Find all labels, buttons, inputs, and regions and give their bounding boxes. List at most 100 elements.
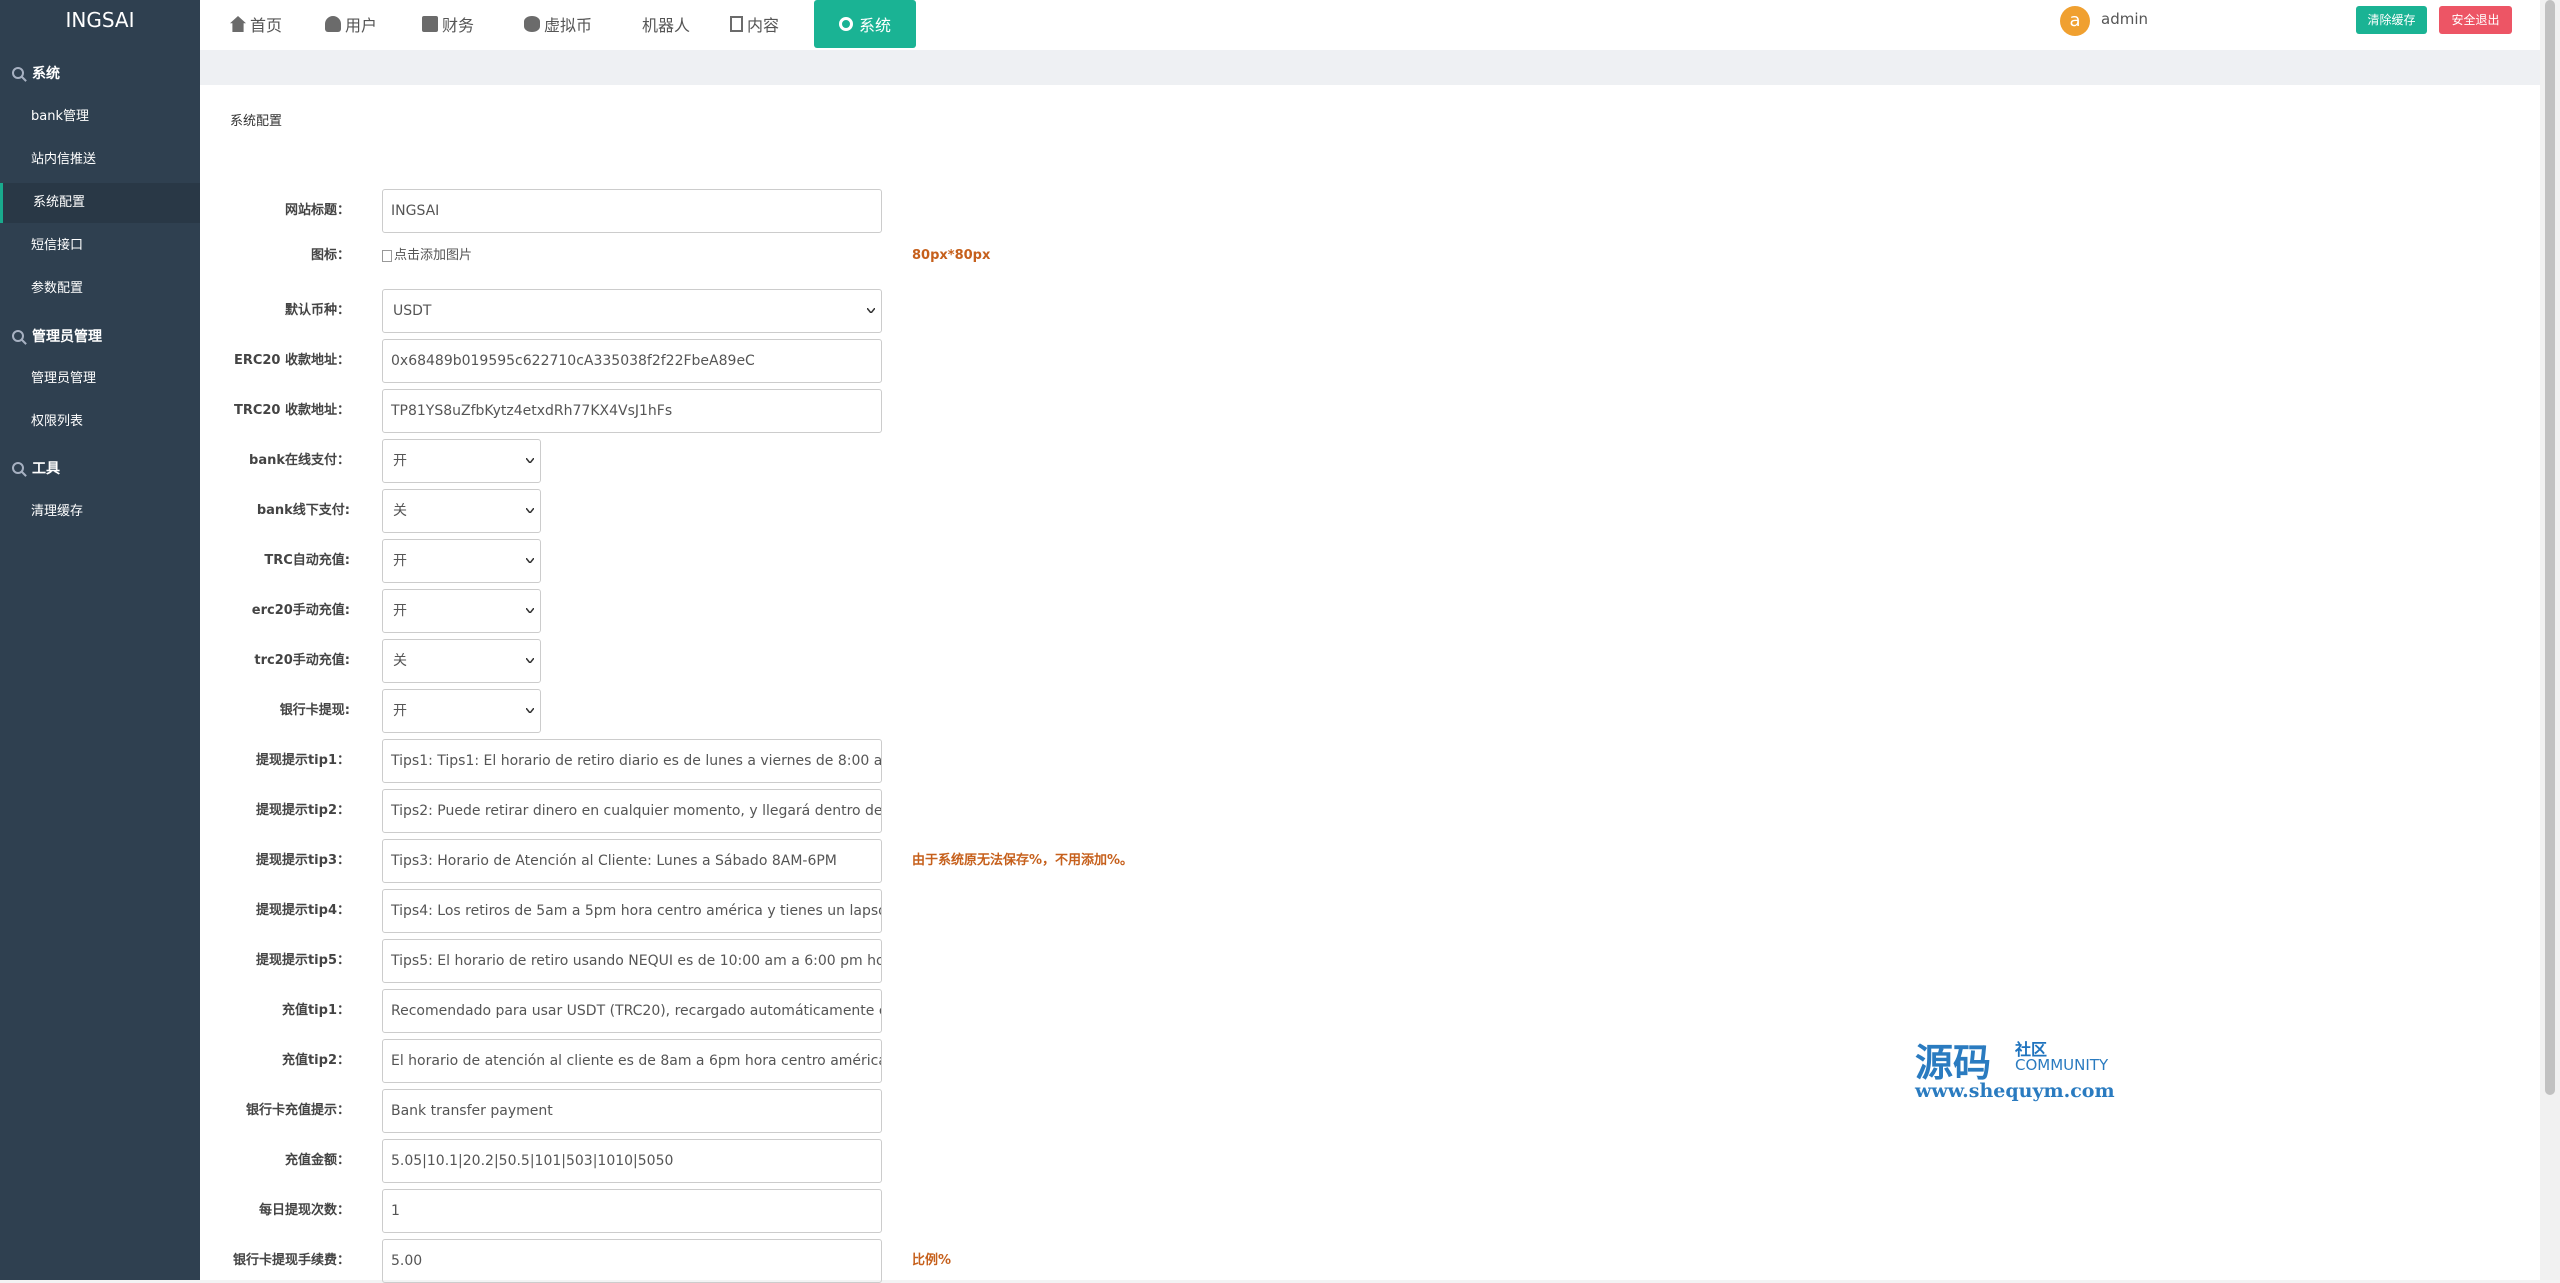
form-row-withdraw-fee: 银行卡提现手续费： 5.00 比例% xyxy=(200,1239,2540,1283)
bank-withdraw-select[interactable]: 开 xyxy=(382,689,541,733)
panel-title: 系统配置 xyxy=(230,114,283,129)
form-row-erc20-manual: erc20手动充值: 开 xyxy=(200,589,2540,633)
withdraw-fee-input[interactable]: 5.00 xyxy=(382,1239,882,1283)
watermark: 源码 社区 COMMUNITY www.shequym.com xyxy=(1915,1032,2115,1102)
recharge-amounts-input[interactable]: 5.05|10.1|20.2|50.5|101|503|1010|5050 xyxy=(382,1139,882,1183)
content-header-band xyxy=(200,50,2540,85)
tip3-input[interactable]: Tips3: Horario de Atención al Cliente: L… xyxy=(382,839,882,883)
trc20-manual-label: trc20手动充值: xyxy=(254,653,350,668)
form-row-trc20-manual: trc20手动充值: 关 xyxy=(200,639,2540,683)
form-row-bank-online: bank在线支付： 开 xyxy=(200,439,2540,483)
config-panel: 系统配置 网站标题： INGSAI 图标： 点击添加图片 80px*80px 默… xyxy=(200,85,2540,1283)
trc20-manual-select[interactable]: 关 xyxy=(382,639,541,683)
search-icon xyxy=(12,330,24,342)
form-row-bank-recharge-tip: 银行卡充值提示： Bank transfer payment xyxy=(200,1089,2540,1133)
form-row-erc20: ERC20 收款地址： 0x68489b019595c622710cA33503… xyxy=(200,339,2540,383)
nav-crypto[interactable]: 虚拟币 xyxy=(524,0,592,48)
form-row-daily-withdraw: 每日提现次数： 1 xyxy=(200,1189,2540,1233)
chevron-down-icon xyxy=(526,658,534,663)
erc20-label: ERC20 收款地址： xyxy=(233,353,350,368)
sidebar-item-params[interactable]: 参数配置 xyxy=(0,269,200,309)
sidebar-item-bank[interactable]: bank管理 xyxy=(0,97,200,137)
sidebar: INGSAI 系统 bank管理 站内信推送 系统配置 短信接口 参数配置 管理… xyxy=(0,0,200,1280)
sidebar-item-sms[interactable]: 短信接口 xyxy=(0,226,200,266)
bank-online-select[interactable]: 开 xyxy=(382,439,541,483)
chevron-down-icon xyxy=(526,708,534,713)
bank-offline-select[interactable]: 关 xyxy=(382,489,541,533)
recharge-tip1-label: 充值tip1： xyxy=(281,1003,350,1018)
tip1-input[interactable]: Tips1: Tips1: El horario de retiro diari… xyxy=(382,739,882,783)
site-title-input[interactable]: INGSAI xyxy=(382,189,882,233)
page-scrollbar[interactable] xyxy=(2540,0,2560,1280)
tip1-label: 提现提示tip1： xyxy=(255,753,350,768)
search-icon xyxy=(12,462,24,474)
site-title-label: 网站标题： xyxy=(284,203,350,218)
home-icon xyxy=(230,16,246,32)
icon-image-alt: 点击添加图片 xyxy=(394,248,473,263)
tip3-hint: 由于系统原无法保存%，不用添加%。 xyxy=(912,853,1134,868)
nav-content[interactable]: 内容 xyxy=(730,0,779,48)
recharge-tip2-input[interactable]: El horario de atención al cliente es de … xyxy=(382,1039,882,1083)
user-icon xyxy=(325,16,341,32)
form-row-tip2: 提现提示tip2： Tips2: Puede retirar dinero en… xyxy=(200,789,2540,833)
nav-home[interactable]: 首页 xyxy=(230,0,282,48)
currency-select[interactable]: USDT xyxy=(382,289,882,333)
scrollbar-thumb[interactable] xyxy=(2545,0,2555,1095)
bank-recharge-tip-input[interactable]: Bank transfer payment xyxy=(382,1089,882,1133)
avatar[interactable]: a xyxy=(2060,6,2090,36)
nav-system[interactable]: 系统 xyxy=(814,0,916,48)
form-row-tip4: 提现提示tip4： Tips4: Los retiros de 5am a 5p… xyxy=(200,889,2540,933)
sidebar-item-system-config[interactable]: 系统配置 xyxy=(0,183,200,223)
tip2-input[interactable]: Tips2: Puede retirar dinero en cualquier… xyxy=(382,789,882,833)
bank-offline-label: bank线下支付: xyxy=(256,503,350,518)
form-row-tip5: 提现提示tip5： Tips5: El horario de retiro us… xyxy=(200,939,2540,983)
form-row-trc20: TRC20 收款地址： TP81YS8uZfbKytz4etxdRh77KX4V… xyxy=(200,389,2540,433)
trc-auto-select[interactable]: 开 xyxy=(382,539,541,583)
form-row-recharge-tip1: 充值tip1： Recomendado para usar USDT (TRC2… xyxy=(200,989,2540,1033)
chevron-down-icon xyxy=(867,308,875,313)
sidebar-section-tools[interactable]: 工具 xyxy=(12,456,60,480)
top-navbar: 首页 用户 财务 虚拟币 机器人 内容 系统 xyxy=(200,0,2540,51)
nav-user[interactable]: 用户 xyxy=(325,0,377,48)
logout-button[interactable]: 安全退出 xyxy=(2439,6,2512,34)
bank-recharge-tip-label: 银行卡充值提示： xyxy=(245,1103,350,1118)
trc20-address-input[interactable]: TP81YS8uZfbKytz4etxdRh77KX4VsJ1hFs xyxy=(382,389,882,433)
app-logo: INGSAI xyxy=(65,8,135,32)
tip4-label: 提现提示tip4： xyxy=(255,903,350,918)
erc20-manual-label: erc20手动充值: xyxy=(251,603,350,618)
currency-label: 默认币种： xyxy=(284,303,350,318)
erc20-manual-select[interactable]: 开 xyxy=(382,589,541,633)
form-row-site-title: 网站标题： INGSAI xyxy=(200,189,2540,233)
daily-withdraw-label: 每日提现次数： xyxy=(258,1203,350,1218)
bank-online-label: bank在线支付： xyxy=(249,453,350,468)
clear-cache-button[interactable]: 清除缓存 xyxy=(2356,6,2427,34)
document-icon xyxy=(730,16,743,32)
icon-size-hint: 80px*80px xyxy=(912,248,991,263)
search-icon xyxy=(12,67,24,79)
daily-withdraw-input[interactable]: 1 xyxy=(382,1189,882,1233)
admin-username[interactable]: admin xyxy=(2101,10,2148,28)
trc20-label: TRC20 收款地址： xyxy=(233,403,350,418)
tip5-input[interactable]: Tips5: El horario de retiro usando NEQUI… xyxy=(382,939,882,983)
sidebar-item-clear-cache[interactable]: 清理缓存 xyxy=(0,492,200,532)
tip3-label: 提现提示tip3： xyxy=(255,853,350,868)
sidebar-item-admin-manage[interactable]: 管理员管理 xyxy=(0,359,200,399)
chevron-down-icon xyxy=(526,458,534,463)
form-row-currency: 默认币种： USDT xyxy=(200,289,2540,333)
coin-icon xyxy=(524,16,540,32)
sidebar-item-permissions[interactable]: 权限列表 xyxy=(0,402,200,442)
sidebar-item-message-push[interactable]: 站内信推送 xyxy=(0,140,200,180)
form-row-trc-auto: TRC自动充值: 开 xyxy=(200,539,2540,583)
erc20-address-input[interactable]: 0x68489b019595c622710cA335038f2f22FbeA89… xyxy=(382,339,882,383)
nav-finance[interactable]: 财务 xyxy=(422,0,474,48)
withdraw-fee-hint: 比例% xyxy=(912,1253,952,1268)
sidebar-section-system[interactable]: 系统 xyxy=(12,61,60,85)
watermark-url: www.shequym.com xyxy=(1915,1080,2115,1102)
tip4-input[interactable]: Tips4: Los retiros de 5am a 5pm hora cen… xyxy=(382,889,882,933)
sidebar-section-admin[interactable]: 管理员管理 xyxy=(12,324,102,348)
recharge-tip1-input[interactable]: Recomendado para usar USDT (TRC20), reca… xyxy=(382,989,882,1033)
recharge-tip2-label: 充值tip2： xyxy=(281,1053,350,1068)
icon-upload-image[interactable]: 点击添加图片 xyxy=(382,243,472,269)
nav-robot[interactable]: 机器人 xyxy=(642,0,690,48)
bank-withdraw-label: 银行卡提现: xyxy=(279,703,350,718)
